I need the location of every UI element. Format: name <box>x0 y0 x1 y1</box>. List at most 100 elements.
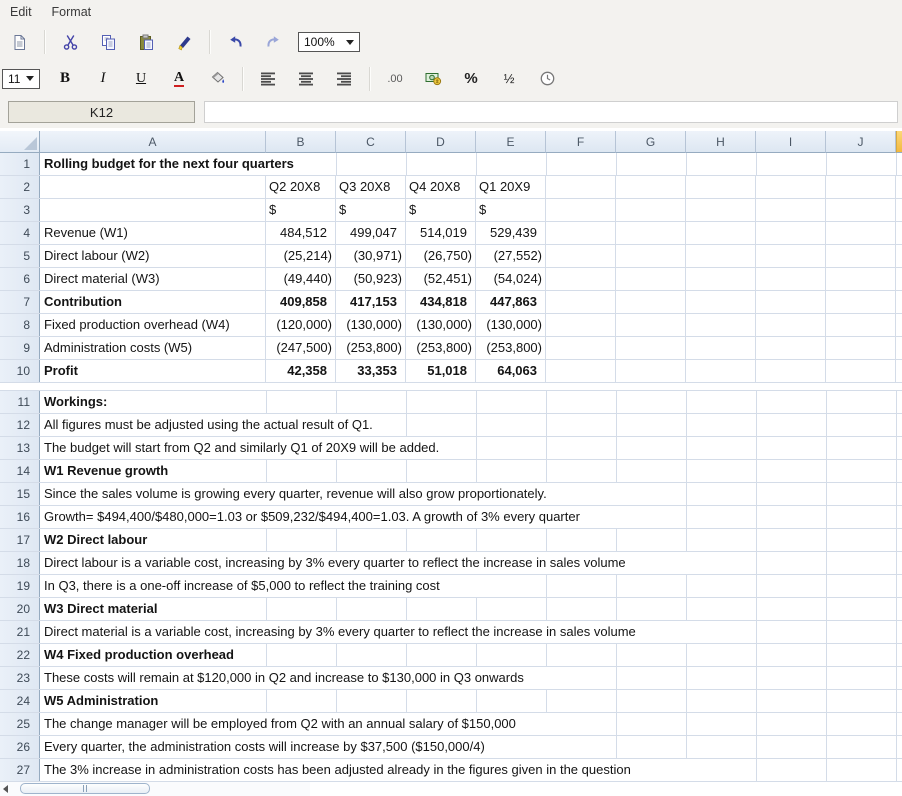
cell-A13-text[interactable]: The budget will start from Q2 and simila… <box>44 437 439 459</box>
cell-F3[interactable] <box>546 199 616 221</box>
cell-J3[interactable] <box>826 199 896 221</box>
cell-F10[interactable] <box>546 360 616 382</box>
cell-A14-text[interactable]: W1 Revenue growth <box>44 460 168 482</box>
cell-A19-text[interactable]: In Q3, there is a one-off increase of $5… <box>44 575 440 597</box>
column-header-K-selected[interactable] <box>896 131 902 153</box>
cell-J8[interactable] <box>826 314 896 336</box>
column-header-G[interactable]: G <box>616 131 686 153</box>
cell-B7[interactable]: 409,858 <box>266 291 336 313</box>
cell-B4[interactable]: 484,512 <box>266 222 336 244</box>
menu-format[interactable]: Format <box>52 5 92 19</box>
cell-E10[interactable]: 64,063 <box>476 360 546 382</box>
cell-B10[interactable]: 42,358 <box>266 360 336 382</box>
cell-H2[interactable] <box>686 176 756 198</box>
format-painter-button[interactable] <box>171 29 197 55</box>
cell-A1-text[interactable]: Rolling budget for the next four quarter… <box>44 153 294 175</box>
cell-H3[interactable] <box>686 199 756 221</box>
cell-A3[interactable] <box>40 199 266 221</box>
cell-D8[interactable]: (130,000) <box>406 314 476 336</box>
row-header-27[interactable]: 27 <box>0 759 40 781</box>
cell-I9[interactable] <box>756 337 826 359</box>
row-header-17[interactable]: 17 <box>0 529 40 551</box>
currency-format-button[interactable] <box>420 66 446 92</box>
bold-button[interactable]: B <box>52 66 78 92</box>
menu-edit[interactable]: Edit <box>10 5 32 19</box>
cell-H9[interactable] <box>686 337 756 359</box>
cell-H6[interactable] <box>686 268 756 290</box>
cell-A18-text[interactable]: Direct labour is a variable cost, increa… <box>44 552 626 574</box>
cell-A26-text[interactable]: Every quarter, the administration costs … <box>44 736 485 758</box>
fraction-format-button[interactable]: ½ <box>496 66 522 92</box>
row-header-20[interactable]: 20 <box>0 598 40 620</box>
cell-A21-text[interactable]: Direct material is a variable cost, incr… <box>44 621 636 643</box>
cell-G8[interactable] <box>616 314 686 336</box>
cell-G7[interactable] <box>616 291 686 313</box>
cell-B5[interactable]: (25,214) <box>266 245 336 267</box>
cell-H8[interactable] <box>686 314 756 336</box>
cell-A9[interactable]: Administration costs (W5) <box>40 337 266 359</box>
align-left-button[interactable] <box>255 66 281 92</box>
italic-button[interactable]: I <box>90 66 116 92</box>
cell-B9[interactable]: (247,500) <box>266 337 336 359</box>
cell-E6[interactable]: (54,024) <box>476 268 546 290</box>
row-header-1[interactable]: 1 <box>0 153 40 175</box>
cell-D5[interactable]: (26,750) <box>406 245 476 267</box>
underline-button[interactable]: U <box>128 66 154 92</box>
cell-F4[interactable] <box>546 222 616 244</box>
decimal-format-button[interactable]: .00 <box>382 66 408 92</box>
cell-C4[interactable]: 499,047 <box>336 222 406 244</box>
row-header-11[interactable]: 11 <box>0 391 40 413</box>
cell-E5[interactable]: (27,552) <box>476 245 546 267</box>
cell-I10[interactable] <box>756 360 826 382</box>
row-header-19[interactable]: 19 <box>0 575 40 597</box>
cell-A7[interactable]: Contribution <box>40 291 266 313</box>
column-header-H[interactable]: H <box>686 131 756 153</box>
cell-H5[interactable] <box>686 245 756 267</box>
cell-J10[interactable] <box>826 360 896 382</box>
cell-A2[interactable] <box>40 176 266 198</box>
cell-J2[interactable] <box>826 176 896 198</box>
cell-J9[interactable] <box>826 337 896 359</box>
time-format-button[interactable] <box>534 66 560 92</box>
cell-G10[interactable] <box>616 360 686 382</box>
cell-I3[interactable] <box>756 199 826 221</box>
cell-A20-text[interactable]: W3 Direct material <box>44 598 157 620</box>
column-header-F[interactable]: F <box>546 131 616 153</box>
cell-D3[interactable]: $ <box>406 199 476 221</box>
row-header-22[interactable]: 22 <box>0 644 40 666</box>
cell-F8[interactable] <box>546 314 616 336</box>
cell-H10[interactable] <box>686 360 756 382</box>
column-header-E[interactable]: E <box>476 131 546 153</box>
new-document-button[interactable] <box>6 29 32 55</box>
cell-I4[interactable] <box>756 222 826 244</box>
row-header-12[interactable]: 12 <box>0 414 40 436</box>
column-header-I[interactable]: I <box>756 131 826 153</box>
cell-F6[interactable] <box>546 268 616 290</box>
row-header-10[interactable]: 10 <box>0 360 40 382</box>
cell-I7[interactable] <box>756 291 826 313</box>
cell-B8[interactable]: (120,000) <box>266 314 336 336</box>
formula-input[interactable] <box>204 101 898 123</box>
cell-G6[interactable] <box>616 268 686 290</box>
column-header-A[interactable]: A <box>40 131 266 153</box>
cell-E4[interactable]: 529,439 <box>476 222 546 244</box>
row-header-18[interactable]: 18 <box>0 552 40 574</box>
cell-J4[interactable] <box>826 222 896 244</box>
cell-G4[interactable] <box>616 222 686 244</box>
cell-H4[interactable] <box>686 222 756 244</box>
cell-J7[interactable] <box>826 291 896 313</box>
column-header-J[interactable]: J <box>826 131 896 153</box>
column-header-C[interactable]: C <box>336 131 406 153</box>
cell-B6[interactable]: (49,440) <box>266 268 336 290</box>
cell-A17-text[interactable]: W2 Direct labour <box>44 529 147 551</box>
redo-button[interactable] <box>260 29 286 55</box>
column-header-D[interactable]: D <box>406 131 476 153</box>
scrollbar-thumb[interactable] <box>20 783 150 794</box>
row-header-9[interactable]: 9 <box>0 337 40 359</box>
cell-A15-text[interactable]: Since the sales volume is growing every … <box>44 483 547 505</box>
cell-A23-text[interactable]: These costs will remain at $120,000 in Q… <box>44 667 524 689</box>
cell-A8[interactable]: Fixed production overhead (W4) <box>40 314 266 336</box>
cell-A12-text[interactable]: All figures must be adjusted using the a… <box>44 414 373 436</box>
cut-button[interactable] <box>57 29 83 55</box>
cell-A24-text[interactable]: W5 Administration <box>44 690 158 712</box>
